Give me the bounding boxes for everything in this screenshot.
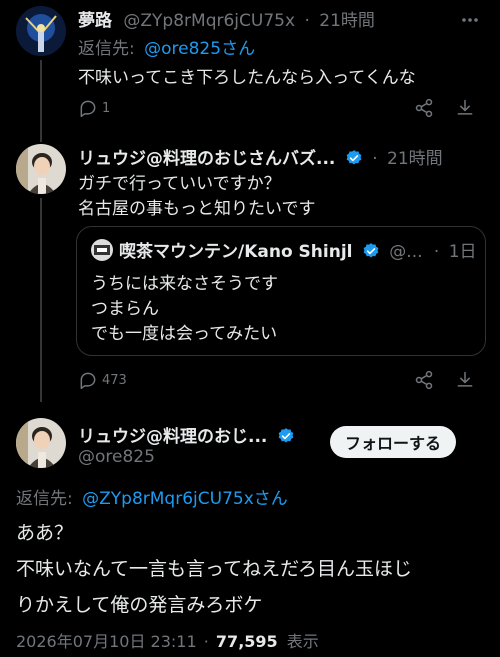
main-reply-to-link[interactable]: @ZYp8rMqr6jCU75xさん	[82, 489, 288, 509]
avatar-ryuji-reply[interactable]	[16, 144, 66, 194]
main-replying-to: 返信先: @ZYp8rMqr6jCU75xさん	[16, 484, 288, 509]
quoted-tweet-card[interactable]: 喫茶マウンテン/Kano Shinjl @... · 1日 うちには来なさそうで…	[76, 226, 486, 356]
reply2-text-line1: ガチで行っていいですか？	[78, 174, 281, 194]
reply2-header: リュウジ@料理のおじさんバズ... · 21時間	[78, 144, 443, 169]
reply2-text-line2: 名古屋の事もっと知りたいです	[78, 199, 316, 219]
main-reply-prefix: 返信先:	[16, 489, 73, 509]
reply1-author-name[interactable]: 夢路	[78, 11, 112, 31]
reply1-dot: ·	[304, 11, 310, 31]
quote-line2: つまらん	[91, 299, 159, 319]
main-text-line3: りかえして俺の発言みろボケ	[16, 594, 263, 616]
main-meta: 2026年07月10日 23:11 · 77,595 表示	[16, 628, 319, 652]
main-author-handle[interactable]: @ore825	[78, 447, 155, 467]
reply1-reply-to-link[interactable]: @ore825さん	[144, 39, 255, 59]
reply2-reply-count: 473	[102, 372, 127, 388]
main-text-line2: 不味いなんて一言も言ってねえだろ目ん玉ほじ	[16, 558, 412, 580]
reply2-time[interactable]: 21時間	[387, 149, 443, 169]
avatar-yumeji[interactable]	[16, 6, 66, 56]
quote-time: 1日	[448, 242, 477, 262]
quote-handle: @...	[389, 242, 423, 262]
reply-icon[interactable]: 473	[78, 370, 127, 390]
reply2-dot: ·	[372, 149, 378, 169]
main-author-name[interactable]: リュウジ@料理のおじ...	[78, 427, 267, 447]
quote-line3: でも一度は会ってみたい	[91, 324, 278, 344]
quote-header: 喫茶マウンテン/Kano Shinjl @... · 1日	[119, 237, 477, 262]
main-date[interactable]: 2026年07月10日 23:11	[16, 632, 197, 651]
quote-author-name: 喫茶マウンテン/Kano Shinjl	[119, 242, 353, 262]
share-icon[interactable]	[414, 370, 434, 390]
thread-line-1	[40, 60, 42, 142]
more-icon[interactable]	[460, 10, 480, 30]
quote-avatar	[91, 239, 113, 261]
verified-badge-icon	[277, 427, 295, 445]
avatar-ryuji-main[interactable]	[16, 418, 66, 468]
reply1-time[interactable]: 21時間	[319, 11, 375, 31]
main-author-row: リュウジ@料理のおじ...	[78, 422, 295, 447]
main-views-label: 表示	[286, 632, 319, 651]
reply-icon[interactable]: 1	[78, 98, 110, 118]
thread-line-2	[40, 198, 42, 402]
reply1-reply-prefix: 返信先:	[78, 39, 135, 59]
main-meta-dot: ·	[203, 632, 209, 651]
reply2-author-name[interactable]: リュウジ@料理のおじさんバズ...	[78, 149, 335, 169]
reply1-reply-count: 1	[102, 100, 111, 116]
main-view-count: 77,595	[215, 632, 278, 651]
download-icon[interactable]	[455, 370, 475, 390]
download-icon[interactable]	[455, 98, 475, 118]
reply1-replying-to: 返信先: @ore825さん	[78, 34, 255, 59]
reply1-header: 夢路 @ZYp8rMqr6jCU75x · 21時間	[78, 6, 375, 31]
reply1-author-handle[interactable]: @ZYp8rMqr6jCU75x	[123, 11, 295, 31]
main-text-line1: ああ？	[16, 522, 74, 544]
quote-dot: ·	[433, 242, 440, 262]
follow-button[interactable]: フォローする	[330, 426, 456, 458]
quote-line1: うちには来なさそうです	[91, 274, 278, 294]
reply1-text: 不味いってこき下ろしたんなら入ってくんな	[78, 68, 416, 88]
share-icon[interactable]	[414, 98, 434, 118]
verified-badge-icon	[345, 149, 363, 167]
verified-badge-icon	[362, 242, 380, 260]
